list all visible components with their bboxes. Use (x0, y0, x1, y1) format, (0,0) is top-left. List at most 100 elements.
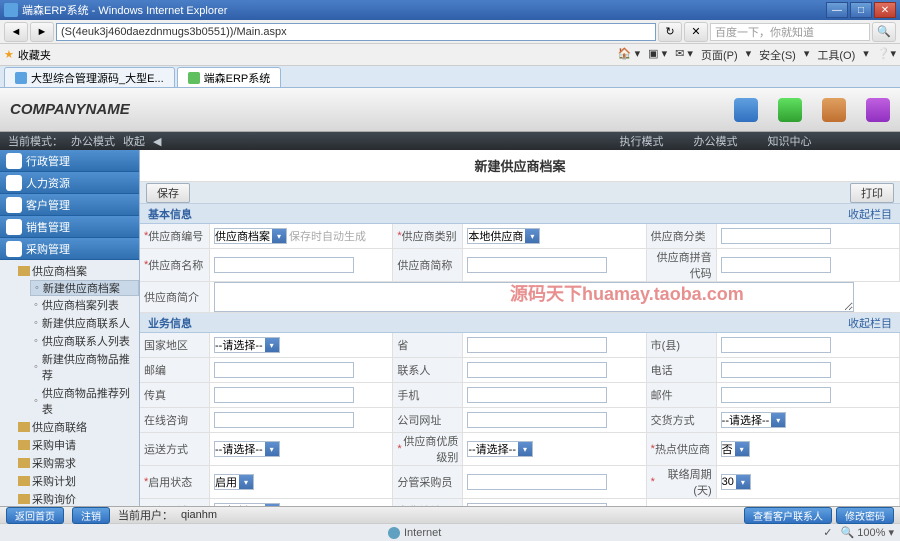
save-button[interactable]: 保存 (146, 183, 190, 203)
page-title: 新建供应商档案 (140, 150, 900, 182)
window-title: 端森ERP系统 - Windows Internet Explorer (22, 2, 227, 18)
sidebar-section-hr[interactable]: 人力资源 (0, 172, 139, 194)
globe-icon (388, 527, 400, 539)
mail-icon[interactable]: ✉ ▾ (675, 47, 693, 63)
ie-statusbar: Internet ✓ 🔍 100% ▾ (0, 523, 900, 541)
ship-input[interactable] (467, 503, 607, 506)
app-logo: COMPANYNAME (10, 101, 130, 118)
collapse-sidebar[interactable]: 收起 (123, 133, 145, 149)
minimize-button[interactable]: — (826, 2, 848, 18)
sidebar-section-purchase[interactable]: 采购管理 (0, 238, 139, 260)
mode-bar: 当前模式： 办公模式 收起 ◀ 执行模式 办公模式 知识中心 (0, 132, 900, 150)
section-basic: 基本信息 收起栏目 (140, 204, 900, 224)
hot-select[interactable]: 否▾ (721, 441, 750, 457)
tree-new-contact[interactable]: 新建供应商联系人 (30, 314, 139, 332)
supplier-no-select[interactable]: 供应商档案▾ (214, 228, 287, 244)
tree-item[interactable]: 采购计划 (14, 472, 139, 490)
feeds-icon[interactable]: ▣ ▾ (648, 47, 667, 63)
app-header: COMPANYNAME (0, 88, 900, 132)
region-select[interactable]: --请选择--▾ (214, 503, 280, 506)
buyer-input[interactable] (467, 474, 607, 490)
short-input[interactable] (467, 257, 607, 273)
collapse-basic[interactable]: 收起栏目 (848, 206, 892, 222)
menu-tools[interactable]: 工具(O) (817, 47, 855, 63)
home-icon[interactable]: 🏠 ▾ (618, 47, 640, 63)
country-select[interactable]: --请选择--▾ (214, 337, 280, 353)
refresh-button[interactable]: ↻ (658, 22, 682, 42)
search-box[interactable]: 百度一下，你就知道 (710, 23, 870, 41)
collapse-business[interactable]: 收起栏目 (848, 315, 892, 331)
close-button[interactable]: ✕ (874, 2, 896, 18)
help-icon[interactable]: ❔▾ (877, 47, 896, 63)
window-titlebar: 端森ERP系统 - Windows Internet Explorer — □ … (0, 0, 900, 20)
mode-office[interactable] (778, 98, 802, 122)
maximize-button[interactable]: □ (850, 2, 872, 18)
pinyin-input[interactable] (721, 257, 831, 273)
tree-item[interactable]: 采购需求 (14, 454, 139, 472)
phone-input[interactable] (721, 362, 831, 378)
sidebar-section-admin[interactable]: 行政管理 (0, 150, 139, 172)
favorites-icon[interactable]: ★ (4, 48, 14, 61)
tab-0[interactable]: 大型综合管理源码_大型E... (4, 67, 175, 87)
extra-icon (866, 98, 890, 122)
tree-new-recommend[interactable]: 新建供应商物品推荐 (30, 350, 139, 384)
menu-page[interactable]: 页面(P) (701, 47, 738, 63)
back-button[interactable]: ◄ (4, 22, 28, 42)
contact-input[interactable] (467, 362, 607, 378)
quality-select[interactable]: --请选择--▾ (467, 441, 533, 457)
category-select[interactable]: 本地供应商▾ (467, 228, 540, 244)
mode-label-0[interactable]: 执行模式 (619, 133, 663, 149)
office-icon (778, 98, 802, 122)
mode-exec[interactable] (734, 98, 758, 122)
name-input[interactable] (214, 257, 354, 273)
intro-textarea[interactable] (214, 282, 854, 312)
tree-item[interactable]: 采购申请 (14, 436, 139, 454)
status-select[interactable]: 启用▾ (214, 474, 254, 490)
city-input[interactable] (721, 337, 831, 353)
stop-button[interactable]: ✕ (684, 22, 708, 42)
content-area: 新建供应商档案 保存 打印 基本信息 收起栏目 供应商编号供应商档案▾保存时自动… (140, 150, 900, 506)
mode-label-1[interactable]: 办公模式 (693, 133, 737, 149)
favorites-label[interactable]: 收藏夹 (18, 47, 51, 63)
tree-item[interactable]: 采购询价 (14, 490, 139, 506)
exec-icon (734, 98, 758, 122)
sidebar-section-customer[interactable]: 客户管理 (0, 194, 139, 216)
knowledge-icon (822, 98, 846, 122)
province-input[interactable] (467, 337, 607, 353)
tab-1[interactable]: 端森ERP系统 (177, 67, 282, 87)
ie-icon (4, 3, 18, 17)
website-input[interactable] (467, 412, 607, 428)
tree-supplier-archive[interactable]: 供应商档案 (14, 262, 139, 280)
forward-button[interactable]: ► (30, 22, 54, 42)
tree-new-supplier[interactable]: 新建供应商档案 (30, 280, 139, 296)
fax-input[interactable] (214, 387, 354, 403)
classify-input[interactable] (721, 228, 831, 244)
transport-select[interactable]: --请选择--▾ (214, 441, 280, 457)
tree-recommend-list[interactable]: 供应商物品推荐列表 (30, 384, 139, 418)
tree-contact-list[interactable]: 供应商联系人列表 (30, 332, 139, 350)
email-input[interactable] (721, 387, 831, 403)
tree-item[interactable]: 供应商联络 (14, 418, 139, 436)
search-button[interactable]: 🔍 (872, 22, 896, 42)
sidebar: 行政管理 人力资源 客户管理 销售管理 采购管理 供应商档案 新建供应商档案 供… (0, 150, 140, 506)
keyword-input[interactable] (214, 412, 354, 428)
address-bar[interactable]: (S(4euk3j460daezdnmugs3b0551))/Main.aspx (56, 23, 656, 41)
zoom-level[interactable]: 🔍 100% ▾ (841, 526, 894, 539)
menu-safety[interactable]: 安全(S) (759, 47, 796, 63)
browser-navbar: ◄ ► (S(4euk3j460daezdnmugs3b0551))/Main.… (0, 20, 900, 44)
favorites-bar: ★ 收藏夹 🏠 ▾ ▣ ▾ ✉ ▾ 页面(P)▾ 安全(S)▾ 工具(O)▾ ❔… (0, 44, 900, 66)
mobile-input[interactable] (467, 387, 607, 403)
mode-knowledge[interactable] (822, 98, 846, 122)
days-select[interactable]: 30▾ (721, 474, 751, 490)
tree-supplier-list[interactable]: 供应商档案列表 (30, 296, 139, 314)
zip-input[interactable] (214, 362, 354, 378)
mode-extra[interactable] (866, 98, 890, 122)
print-button[interactable]: 打印 (850, 183, 894, 203)
favicon-icon (188, 72, 200, 84)
delivery-select[interactable]: --请选择--▾ (721, 412, 787, 428)
mode-label-2[interactable]: 知识中心 (767, 133, 811, 149)
app-statusbar: 返回首页 注销 当前用户： qianhm 查看客户联系人 修改密码 (0, 506, 900, 523)
sidebar-section-sales[interactable]: 销售管理 (0, 216, 139, 238)
section-business: 业务信息 收起栏目 (140, 313, 900, 333)
browser-tabs: 大型综合管理源码_大型E... 端森ERP系统 (0, 66, 900, 88)
